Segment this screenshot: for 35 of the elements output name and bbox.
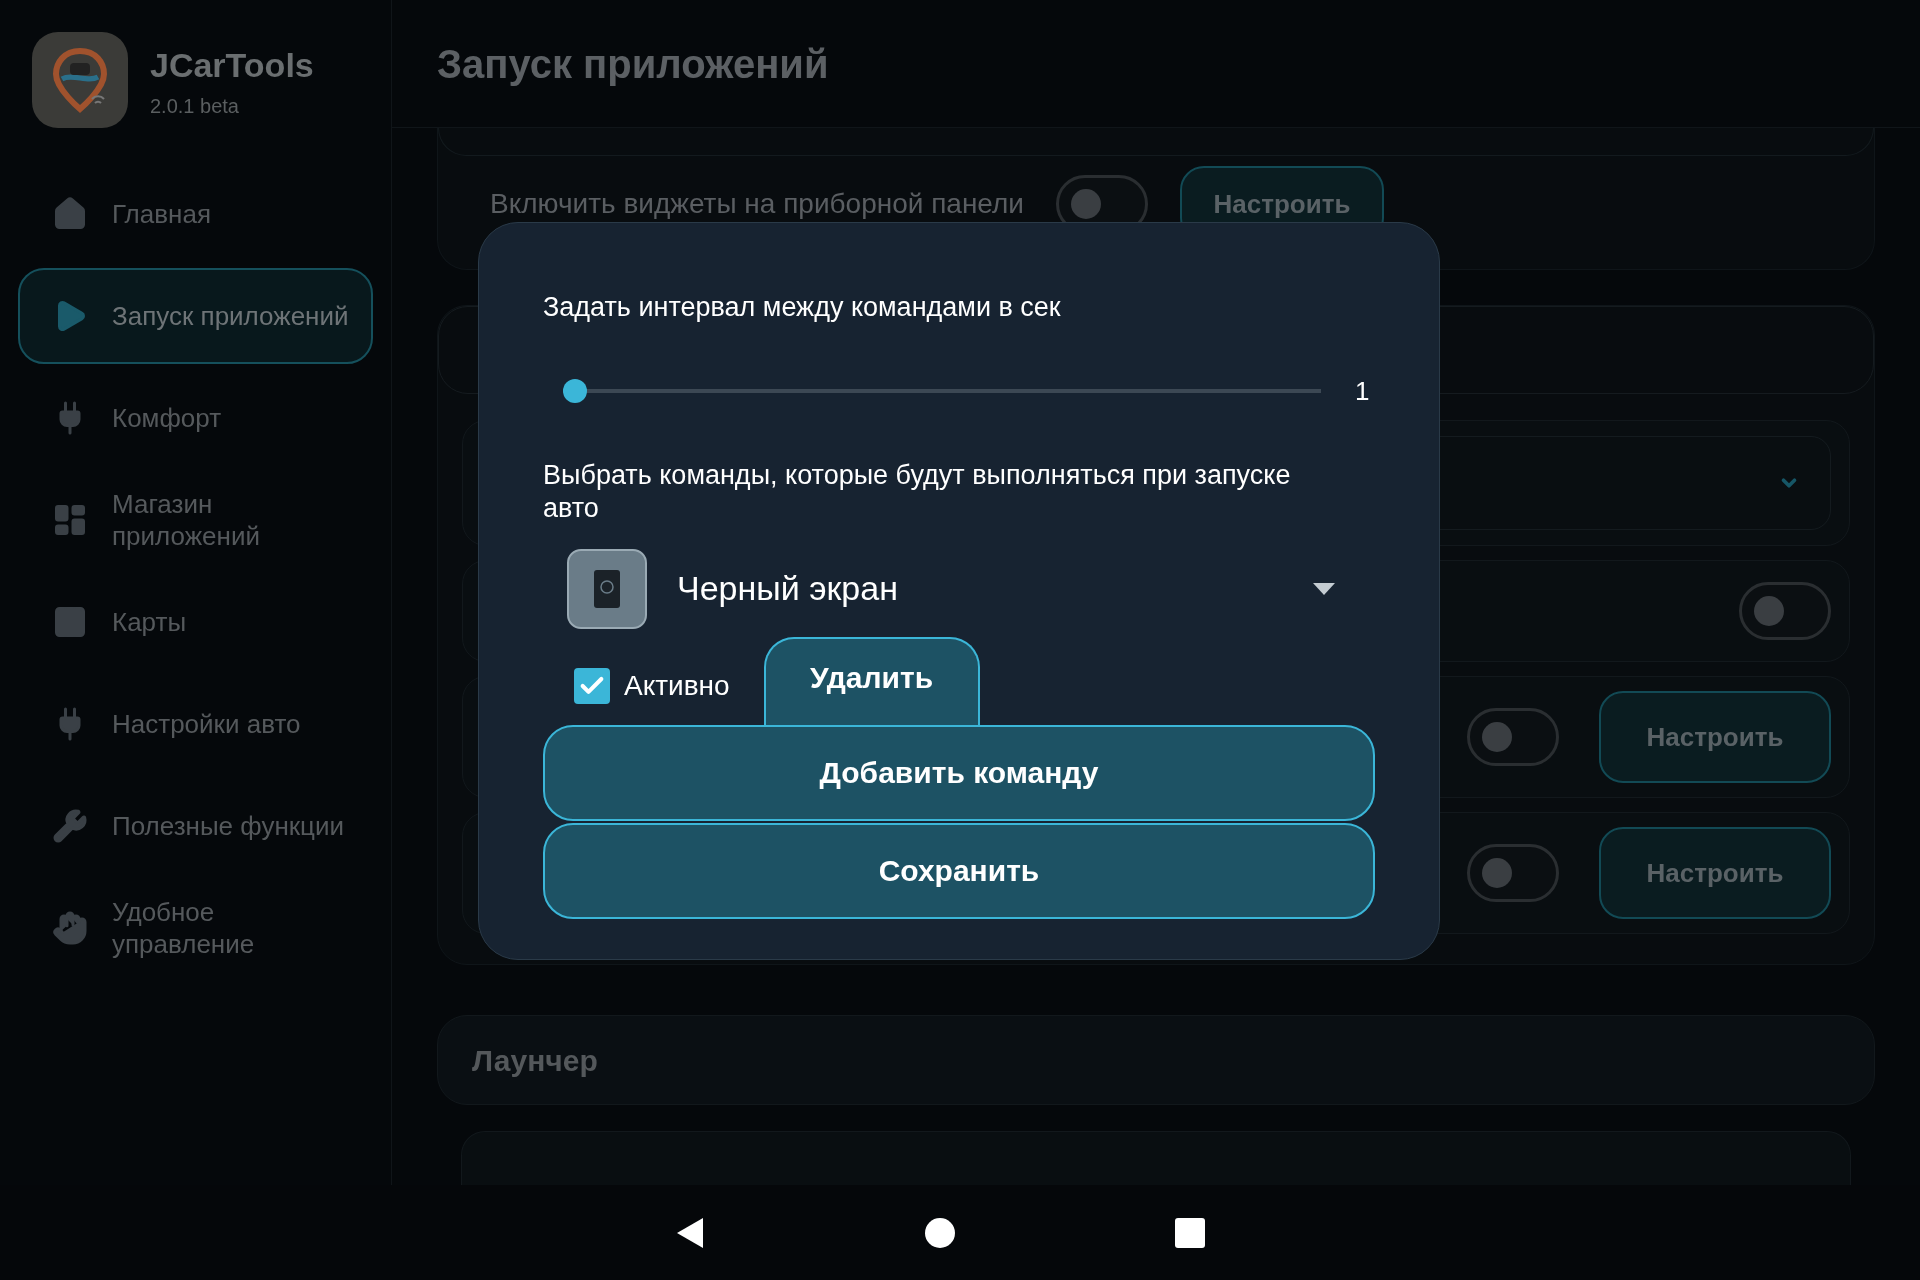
sidebar-item[interactable]: Полезные функции [18, 778, 373, 874]
hand-icon [52, 910, 88, 946]
sidebar-item[interactable]: Главная [18, 166, 373, 262]
slider-thumb[interactable] [563, 379, 587, 403]
back-icon[interactable] [675, 1215, 705, 1250]
sidebar-item[interactable]: Комфорт [18, 370, 373, 466]
command-icon [567, 548, 647, 629]
commands-label: Выбрать команды, которые будут выполняться при запуске авто [543, 458, 1292, 525]
dashboard-icon [52, 502, 88, 538]
wrench-icon [52, 808, 88, 844]
widgets-label: Включить виджеты на приборной панели [490, 187, 1024, 221]
active-checkbox[interactable] [574, 667, 610, 704]
sidebar-item[interactable]: Запуск приложений [18, 268, 373, 364]
sidebar-item[interactable]: Настройки авто [18, 676, 373, 772]
configure-button[interactable]: Настроить [1599, 691, 1831, 783]
slider-value: 1 [1355, 374, 1371, 408]
interval-label: Задать интервал между командами в сек [543, 291, 1062, 324]
home-icon [52, 196, 88, 232]
app-name: JCarTools [150, 44, 314, 86]
command-name[interactable]: Черный экран [677, 563, 1313, 614]
section-title: Лаунчер [472, 1042, 598, 1079]
page-title: Запуск приложений [437, 40, 829, 88]
sidebar-item[interactable]: Карты [18, 574, 373, 670]
save-button[interactable]: Сохранить [543, 822, 1375, 919]
add-command-button[interactable]: Добавить команду [543, 724, 1375, 821]
configure-button[interactable]: Настроить [1599, 827, 1831, 919]
app-logo-icon [32, 32, 128, 128]
sidebar-item[interactable]: Магазин приложений [18, 472, 373, 568]
app-version: 2.0.1 beta [150, 93, 240, 119]
active-label: Активно [624, 668, 730, 703]
sidebar-item[interactable]: Удобное управление [18, 880, 373, 976]
caret-icon[interactable] [1313, 582, 1335, 595]
home-button-icon[interactable] [925, 1217, 955, 1248]
recents-icon[interactable] [1175, 1217, 1205, 1248]
delete-button[interactable]: Удалить [763, 636, 980, 725]
